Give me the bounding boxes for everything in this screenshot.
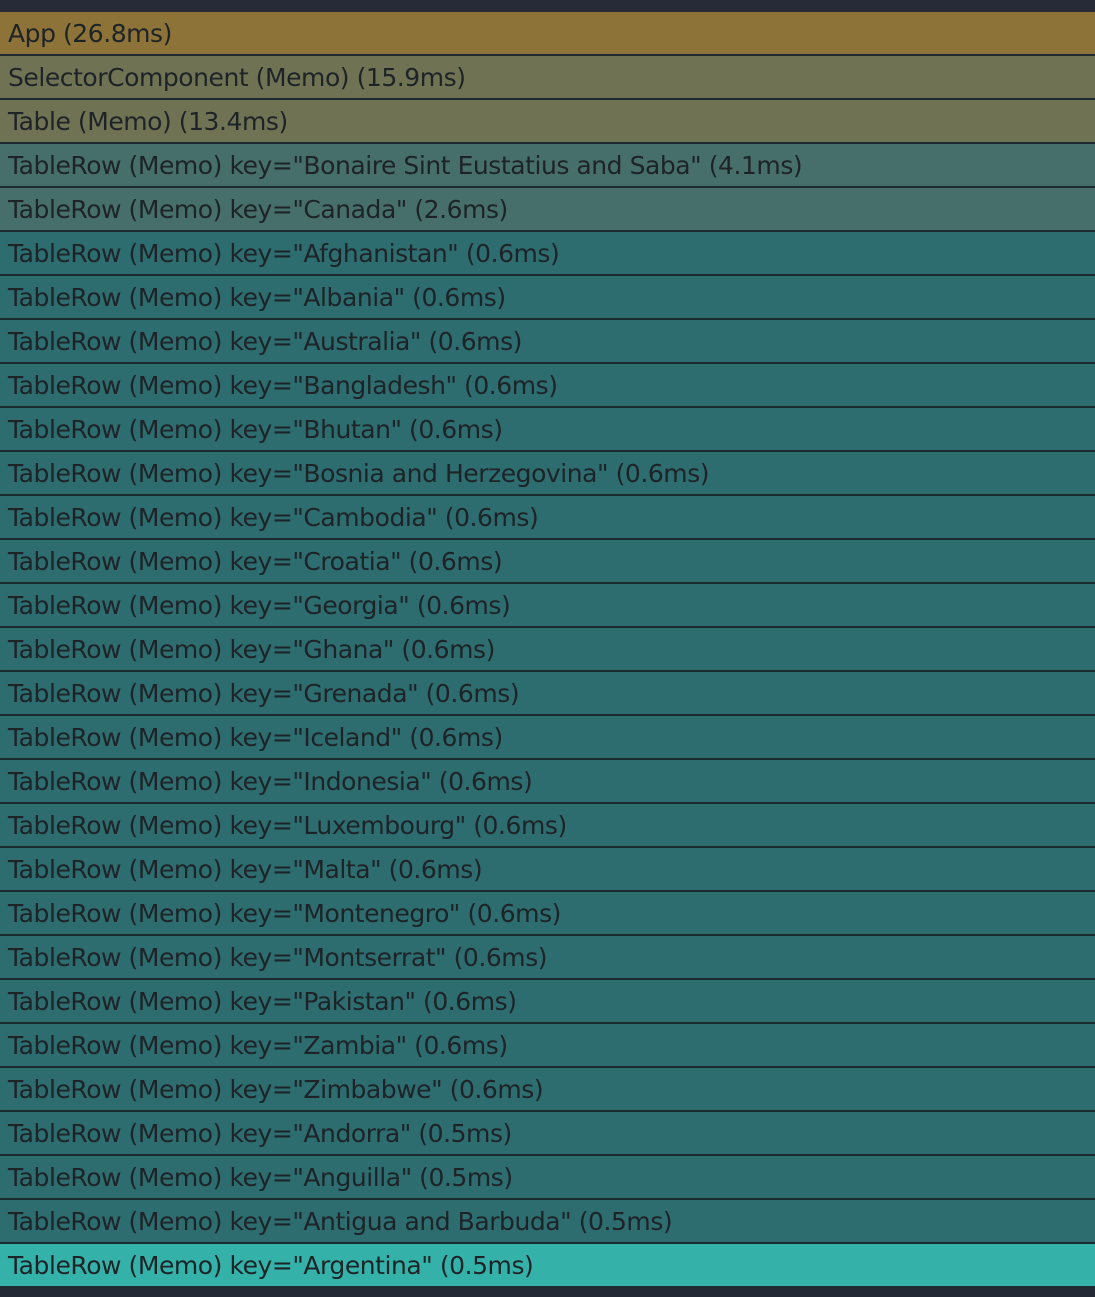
profiler-top-bar [0,0,1095,12]
ranked-row-tablerow-anguilla[interactable]: TableRow (Memo) key="Anguilla" (0.5ms) [0,1156,1095,1200]
ranked-row-tablerow-argentina-selected[interactable]: TableRow (Memo) key="Argentina" (0.5ms) [0,1244,1095,1288]
ranked-row-label: TableRow (Memo) key="Montenegro" (0.6ms) [8,898,561,928]
ranked-row-tablerow-afghanistan[interactable]: TableRow (Memo) key="Afghanistan" (0.6ms… [0,232,1095,276]
ranked-row-label: Table (Memo) (13.4ms) [8,106,288,136]
ranked-row-label: TableRow (Memo) key="Australia" (0.6ms) [8,326,522,356]
ranked-row-tablerow-grenada[interactable]: TableRow (Memo) key="Grenada" (0.6ms) [0,672,1095,716]
ranked-row-label: TableRow (Memo) key="Malta" (0.6ms) [8,854,483,884]
ranked-row-label: TableRow (Memo) key="Argentina" (0.5ms) [8,1250,534,1280]
ranked-row-label: TableRow (Memo) key="Iceland" (0.6ms) [8,722,503,752]
ranked-row-tablerow-bhutan[interactable]: TableRow (Memo) key="Bhutan" (0.6ms) [0,408,1095,452]
ranked-row-label: TableRow (Memo) key="Afghanistan" (0.6ms… [8,238,560,268]
ranked-row-tablerow-montenegro[interactable]: TableRow (Memo) key="Montenegro" (0.6ms) [0,892,1095,936]
ranked-row-selector-component[interactable]: SelectorComponent (Memo) (15.9ms) [0,56,1095,100]
ranked-row-tablerow-canada[interactable]: TableRow (Memo) key="Canada" (2.6ms) [0,188,1095,232]
ranked-row-label: SelectorComponent (Memo) (15.9ms) [8,62,466,92]
ranked-row-label: TableRow (Memo) key="Cambodia" (0.6ms) [8,502,539,532]
ranked-chart: App (26.8ms) SelectorComponent (Memo) (1… [0,12,1095,1297]
ranked-row-table[interactable]: Table (Memo) (13.4ms) [0,100,1095,144]
ranked-row-tablerow-georgia[interactable]: TableRow (Memo) key="Georgia" (0.6ms) [0,584,1095,628]
ranked-row-tablerow-croatia[interactable]: TableRow (Memo) key="Croatia" (0.6ms) [0,540,1095,584]
ranked-row-label: TableRow (Memo) key="Georgia" (0.6ms) [8,590,511,620]
ranked-row-tablerow-montserrat[interactable]: TableRow (Memo) key="Montserrat" (0.6ms) [0,936,1095,980]
ranked-row-label: TableRow (Memo) key="Bonaire Sint Eustat… [8,150,803,180]
ranked-row-tablerow-malta[interactable]: TableRow (Memo) key="Malta" (0.6ms) [0,848,1095,892]
ranked-row-label: TableRow (Memo) key="Anguilla" (0.5ms) [8,1162,513,1192]
ranked-row-label: TableRow (Memo) key="Luxembourg" (0.6ms) [8,810,567,840]
ranked-row-label: TableRow (Memo) key="Ghana" (0.6ms) [8,634,495,664]
ranked-row-label: TableRow (Memo) key="Canada" (2.6ms) [8,194,508,224]
ranked-row-label: TableRow (Memo) key="Bosnia and Herzegov… [8,458,710,488]
ranked-row-label: TableRow (Memo) key="Zimbabwe" (0.6ms) [8,1074,544,1104]
ranked-row-label: TableRow (Memo) key="Pakistan" (0.6ms) [8,986,517,1016]
ranked-row-tablerow-pakistan[interactable]: TableRow (Memo) key="Pakistan" (0.6ms) [0,980,1095,1024]
ranked-row-app[interactable]: App (26.8ms) [0,12,1095,56]
ranked-row-label: TableRow (Memo) key="Andorra" (0.5ms) [8,1118,512,1148]
ranked-row-tablerow-bonaire[interactable]: TableRow (Memo) key="Bonaire Sint Eustat… [0,144,1095,188]
ranked-row-label: TableRow (Memo) key="Bhutan" (0.6ms) [8,414,503,444]
ranked-row-label: TableRow (Memo) key="Antigua and Barbuda… [8,1206,673,1236]
ranked-row-tablerow-ghana[interactable]: TableRow (Memo) key="Ghana" (0.6ms) [0,628,1095,672]
ranked-row-label: TableRow (Memo) key="Montserrat" (0.6ms) [8,942,548,972]
ranked-row-tablerow-antigua[interactable]: TableRow (Memo) key="Antigua and Barbuda… [0,1200,1095,1244]
ranked-row-tablerow-cambodia[interactable]: TableRow (Memo) key="Cambodia" (0.6ms) [0,496,1095,540]
ranked-row-tablerow-iceland[interactable]: TableRow (Memo) key="Iceland" (0.6ms) [0,716,1095,760]
ranked-row-label: TableRow (Memo) key="Croatia" (0.6ms) [8,546,503,576]
ranked-row-label: TableRow (Memo) key="Grenada" (0.6ms) [8,678,520,708]
ranked-row-tablerow-zimbabwe[interactable]: TableRow (Memo) key="Zimbabwe" (0.6ms) [0,1068,1095,1112]
ranked-row-tablerow-indonesia[interactable]: TableRow (Memo) key="Indonesia" (0.6ms) [0,760,1095,804]
ranked-row-label: TableRow (Memo) key="Albania" (0.6ms) [8,282,506,312]
ranked-row-label: TableRow (Memo) key="Bangladesh" (0.6ms) [8,370,558,400]
ranked-row-tablerow-andorra[interactable]: TableRow (Memo) key="Andorra" (0.5ms) [0,1112,1095,1156]
ranked-row-tablerow-zambia[interactable]: TableRow (Memo) key="Zambia" (0.6ms) [0,1024,1095,1068]
ranked-row-tablerow-albania[interactable]: TableRow (Memo) key="Albania" (0.6ms) [0,276,1095,320]
ranked-row-label: App (26.8ms) [8,18,172,48]
ranked-row-tablerow-bangladesh[interactable]: TableRow (Memo) key="Bangladesh" (0.6ms) [0,364,1095,408]
ranked-row-label: TableRow (Memo) key="Zambia" (0.6ms) [8,1030,508,1060]
ranked-row-tablerow-bosnia[interactable]: TableRow (Memo) key="Bosnia and Herzegov… [0,452,1095,496]
ranked-row-tablerow-australia[interactable]: TableRow (Memo) key="Australia" (0.6ms) [0,320,1095,364]
ranked-row-tablerow-luxembourg[interactable]: TableRow (Memo) key="Luxembourg" (0.6ms) [0,804,1095,848]
ranked-row-label: TableRow (Memo) key="Indonesia" (0.6ms) [8,766,533,796]
